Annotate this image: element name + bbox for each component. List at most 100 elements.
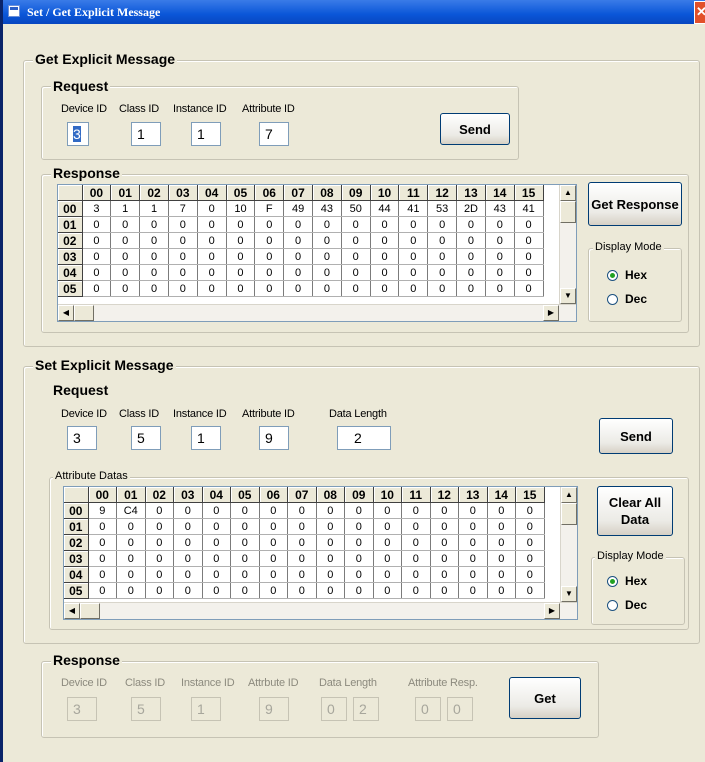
grid-cell[interactable]: 0 <box>202 502 231 519</box>
grid-cell[interactable]: 0 <box>202 518 231 535</box>
grid-cell[interactable]: 0 <box>373 566 402 583</box>
grid-cell[interactable]: 0 <box>344 518 374 535</box>
attribute-datas-vscroll[interactable]: ▲ ▼ <box>560 487 577 602</box>
attribute-datas-grid[interactable]: 00 01 02 03 04 05 06 07 08 09 10 11 12 13 14 15 00 9 C4 0 0 0… <box>63 486 578 620</box>
grid-cell[interactable]: 0 <box>283 248 313 265</box>
grid-cell[interactable]: 0 <box>485 216 515 233</box>
grid-cell[interactable]: 0 <box>202 566 231 583</box>
grid-cell[interactable]: 0 <box>487 550 516 567</box>
get-attribute-id-field[interactable]: 7 <box>259 122 289 146</box>
grid-cell[interactable]: 0 <box>88 534 117 551</box>
scroll-right-arrow-icon[interactable]: ▶ <box>544 603 560 619</box>
grid-cell[interactable]: 0 <box>514 216 544 233</box>
grid-cell[interactable]: 0 <box>254 280 285 297</box>
grid-cell[interactable]: 0 <box>116 534 146 551</box>
grid-cell[interactable]: 0 <box>287 502 317 519</box>
grid-cell[interactable]: 0 <box>401 566 431 583</box>
grid-cell[interactable]: 0 <box>316 582 345 599</box>
grid-cell[interactable]: 0 <box>427 264 458 281</box>
grid-cell[interactable]: 0 <box>82 280 112 297</box>
grid-cell[interactable]: 0 <box>373 582 402 599</box>
grid-cell[interactable]: 49 <box>283 200 313 217</box>
grid-cell[interactable]: 0 <box>458 566 488 583</box>
grid-cell[interactable]: 0 <box>254 248 285 265</box>
grid-cell[interactable]: 0 <box>485 264 515 281</box>
grid-cell[interactable]: 0 <box>515 566 545 583</box>
grid-cell[interactable]: 0 <box>145 534 174 551</box>
grid-cell[interactable]: 0 <box>173 502 203 519</box>
grid-cell[interactable]: 41 <box>514 200 544 217</box>
grid-cell[interactable]: 0 <box>259 502 288 519</box>
grid-cell[interactable]: 0 <box>316 566 345 583</box>
grid-cell[interactable]: 0 <box>230 534 260 551</box>
grid-cell[interactable]: 0 <box>401 502 431 519</box>
attribute-datas-hscroll[interactable]: ◀ ▶ <box>64 602 577 619</box>
grid-cell[interactable]: 0 <box>370 248 400 265</box>
grid-cell[interactable]: 0 <box>458 582 488 599</box>
grid-cell[interactable]: 0 <box>145 518 174 535</box>
grid-cell[interactable]: 0 <box>202 534 231 551</box>
grid-cell[interactable]: 0 <box>259 582 288 599</box>
grid-cell[interactable]: 3 <box>82 200 112 217</box>
grid-cell[interactable]: 0 <box>226 280 256 297</box>
scroll-thumb[interactable] <box>560 201 576 223</box>
grid-cell[interactable]: 0 <box>116 518 146 535</box>
grid-cell[interactable]: 0 <box>197 280 227 297</box>
grid-cell[interactable]: 0 <box>341 264 371 281</box>
grid-cell[interactable]: 2D <box>456 200 486 217</box>
grid-cell[interactable]: 43 <box>312 200 342 217</box>
close-button[interactable]: ✕ <box>694 1 705 24</box>
grid-cell[interactable]: 44 <box>370 200 400 217</box>
grid-cell[interactable]: 0 <box>287 534 317 551</box>
grid-cell[interactable]: 0 <box>230 518 260 535</box>
grid-cell[interactable]: 7 <box>168 200 198 217</box>
grid-cell[interactable]: 0 <box>116 550 146 567</box>
grid-cell[interactable]: 0 <box>515 534 545 551</box>
grid-cell[interactable]: F <box>254 200 285 217</box>
grid-cell[interactable]: 0 <box>370 216 400 233</box>
grid-cell[interactable]: 0 <box>427 232 458 249</box>
get-class-id-field[interactable]: 1 <box>131 122 161 146</box>
grid-cell[interactable]: 0 <box>197 232 227 249</box>
grid-cell[interactable]: C4 <box>116 502 146 519</box>
get-send-button[interactable]: Send <box>440 113 510 145</box>
grid-cell[interactable]: 0 <box>173 566 203 583</box>
grid-cell[interactable]: 0 <box>312 232 342 249</box>
grid-cell[interactable]: 50 <box>341 200 371 217</box>
grid-cell[interactable]: 0 <box>202 582 231 599</box>
grid-cell[interactable]: 0 <box>88 566 117 583</box>
grid-cell[interactable]: 0 <box>145 566 174 583</box>
grid-cell[interactable]: 0 <box>287 550 317 567</box>
grid-cell[interactable]: 0 <box>344 582 374 599</box>
grid-cell[interactable]: 0 <box>430 518 459 535</box>
grid-cell[interactable]: 0 <box>398 216 429 233</box>
scroll-thumb[interactable] <box>74 305 94 321</box>
grid-cell[interactable]: 0 <box>168 280 198 297</box>
grid-cell[interactable]: 0 <box>398 264 429 281</box>
grid-cell[interactable]: 0 <box>312 264 342 281</box>
scroll-up-arrow-icon[interactable]: ▲ <box>561 487 577 503</box>
grid-cell[interactable]: 0 <box>287 582 317 599</box>
get-response-hscroll[interactable]: ◀ ▶ <box>58 304 576 321</box>
grid-cell[interactable]: 0 <box>398 248 429 265</box>
set-data-length-field[interactable]: 2 <box>337 426 391 450</box>
scroll-right-arrow-icon[interactable]: ▶ <box>543 305 559 321</box>
grid-cell[interactable]: 0 <box>145 582 174 599</box>
set-device-id-field[interactable]: 3 <box>67 426 97 450</box>
grid-cell[interactable]: 0 <box>370 232 400 249</box>
grid-cell[interactable]: 0 <box>430 502 459 519</box>
grid-cell[interactable]: 0 <box>398 232 429 249</box>
grid-cell[interactable]: 0 <box>514 248 544 265</box>
grid-cell[interactable]: 0 <box>458 518 488 535</box>
scroll-down-arrow-icon[interactable]: ▼ <box>561 586 577 602</box>
grid-cell[interactable]: 0 <box>487 566 516 583</box>
grid-cell[interactable]: 0 <box>373 550 402 567</box>
get-response-vscroll[interactable]: ▲ ▼ <box>559 185 576 304</box>
grid-cell[interactable]: 0 <box>456 232 486 249</box>
grid-cell[interactable]: 0 <box>139 232 169 249</box>
grid-cell[interactable]: 0 <box>173 534 203 551</box>
grid-cell[interactable]: 0 <box>487 582 516 599</box>
grid-cell[interactable]: 41 <box>398 200 429 217</box>
grid-cell[interactable]: 0 <box>254 232 285 249</box>
grid-cell[interactable]: 0 <box>341 280 371 297</box>
